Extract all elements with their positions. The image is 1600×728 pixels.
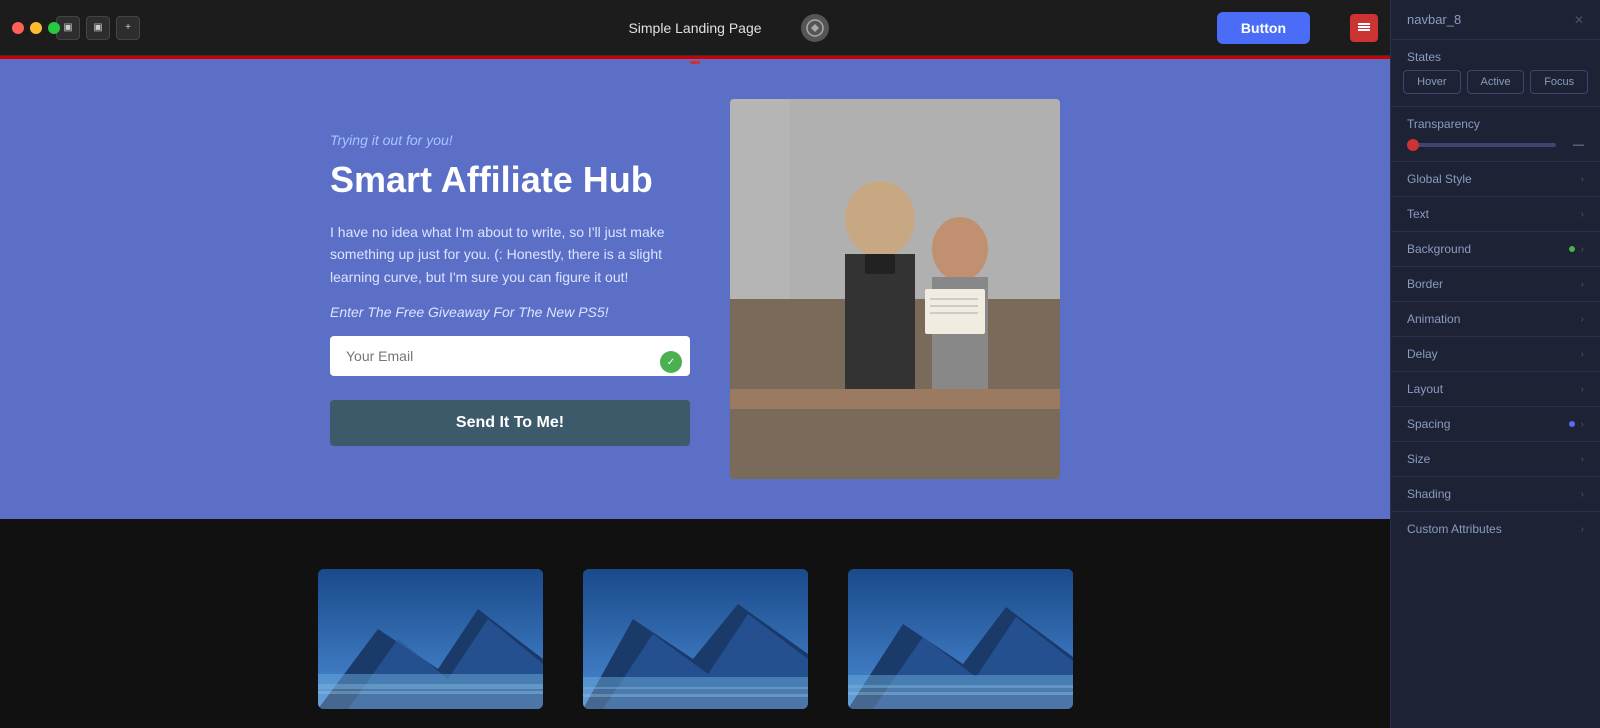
- state-active-btn[interactable]: Active: [1467, 70, 1525, 94]
- chevron-icon: ›: [1581, 419, 1584, 430]
- close-button[interactable]: [12, 22, 24, 34]
- page-title: Simple Landing Page: [628, 20, 761, 36]
- section-title-layout: Layout: [1407, 382, 1443, 396]
- hero-image: [730, 99, 1060, 479]
- feature-item-1: Feature 1: [318, 569, 543, 728]
- panel-section-delay[interactable]: Delay ›: [1391, 336, 1600, 371]
- toolbar-icon-2[interactable]: ▣: [86, 16, 110, 40]
- feature-item-3: Feature 3: [848, 569, 1073, 728]
- chevron-icon: ›: [1581, 384, 1584, 395]
- features-section: Feature 1: [0, 519, 1390, 728]
- chevron-icon: ›: [1581, 279, 1584, 290]
- feature-image-1: [318, 569, 543, 709]
- feature-item-2: Feature 2: [583, 569, 808, 728]
- section-title-spacing: Spacing: [1407, 417, 1450, 431]
- hero-section: Trying it out for you! Smart Affiliate H…: [0, 59, 1390, 519]
- email-icon: ✓: [660, 351, 682, 373]
- section-title-global: Global Style: [1407, 172, 1472, 186]
- hero-photo: [730, 99, 1060, 479]
- chevron-icon: ›: [1581, 174, 1584, 185]
- section-title-border: Border: [1407, 277, 1443, 291]
- chevron-icon: ›: [1581, 524, 1584, 535]
- section-title-shading: Shading: [1407, 487, 1451, 501]
- panel-section-shading[interactable]: Shading ›: [1391, 476, 1600, 511]
- panel-title: navbar_8: [1407, 12, 1461, 27]
- feature-image-2: [583, 569, 808, 709]
- states-label: States: [1391, 40, 1600, 70]
- feature-image-3: [848, 569, 1073, 709]
- transparency-section: Transparency —: [1391, 106, 1600, 161]
- close-icon[interactable]: ✕: [1574, 13, 1584, 27]
- panel-section-custom-attrs[interactable]: Custom Attributes ›: [1391, 511, 1600, 546]
- traffic-lights: [12, 22, 60, 34]
- hero-cta-text: Enter The Free Giveaway For The New PS5!: [330, 304, 690, 320]
- section-title-text: Text: [1407, 207, 1429, 221]
- chevron-icon: ›: [1581, 314, 1584, 325]
- state-focus-btn[interactable]: Focus: [1530, 70, 1588, 94]
- section-title-background: Background: [1407, 242, 1471, 256]
- panel-section-background[interactable]: Background ›: [1391, 231, 1600, 266]
- panel-section-text[interactable]: Text ›: [1391, 196, 1600, 231]
- toolbar-icon-3[interactable]: +: [116, 16, 140, 40]
- logo-icon: [801, 14, 829, 42]
- submit-button[interactable]: Send It To Me!: [330, 400, 690, 446]
- slider-thumb: [1407, 139, 1419, 151]
- section-title-animation: Animation: [1407, 312, 1460, 326]
- chevron-icon: ›: [1581, 489, 1584, 500]
- panel-section-border[interactable]: Border ›: [1391, 266, 1600, 301]
- hero-left: Trying it out for you! Smart Affiliate H…: [330, 132, 730, 446]
- transparency-slider-row: —: [1407, 139, 1584, 151]
- hero-title: Smart Affiliate Hub: [330, 158, 690, 201]
- chevron-icon: ›: [1581, 454, 1584, 465]
- bg-indicator-dot: [1569, 246, 1575, 252]
- chevron-icon: ›: [1581, 244, 1584, 255]
- page-canvas: Trying it out for you! Smart Affiliate H…: [0, 59, 1390, 728]
- panel-section-animation[interactable]: Animation ›: [1391, 301, 1600, 336]
- panel-section-global-style[interactable]: Global Style ›: [1391, 161, 1600, 196]
- email-input[interactable]: [330, 336, 690, 376]
- section-title-delay: Delay: [1407, 347, 1438, 361]
- chevron-icon: ›: [1581, 349, 1584, 360]
- right-panel: navbar_8 ✕ States Hover Active Focus Tra…: [1390, 0, 1600, 728]
- maximize-button[interactable]: [48, 22, 60, 34]
- minimize-button[interactable]: [30, 22, 42, 34]
- panel-section-layout[interactable]: Layout ›: [1391, 371, 1600, 406]
- nav-button[interactable]: Button: [1217, 12, 1310, 44]
- panel-section-spacing[interactable]: Spacing ›: [1391, 406, 1600, 441]
- state-hover-btn[interactable]: Hover: [1403, 70, 1461, 94]
- email-input-wrapper: ✓: [330, 336, 690, 388]
- panel-section-size[interactable]: Size ›: [1391, 441, 1600, 476]
- spacing-indicator-dot: [1569, 421, 1575, 427]
- hero-navbar-marker: [690, 61, 700, 64]
- chevron-icon: ›: [1581, 209, 1584, 220]
- states-buttons: Hover Active Focus: [1391, 70, 1600, 106]
- top-bar: ▣ ▣ + Simple Landing Page Button: [0, 0, 1390, 56]
- transparency-label: Transparency: [1407, 117, 1584, 131]
- red-indicator: [1350, 14, 1378, 42]
- section-title-size: Size: [1407, 452, 1430, 466]
- hero-subtitle: Trying it out for you!: [330, 132, 690, 148]
- slider-value: —: [1564, 139, 1584, 151]
- hero-description: I have no idea what I'm about to write, …: [330, 221, 690, 288]
- toolbar-icons: ▣ ▣ +: [56, 16, 140, 40]
- transparency-slider[interactable]: [1407, 143, 1556, 147]
- panel-header: navbar_8 ✕: [1391, 0, 1600, 40]
- section-title-custom: Custom Attributes: [1407, 522, 1502, 536]
